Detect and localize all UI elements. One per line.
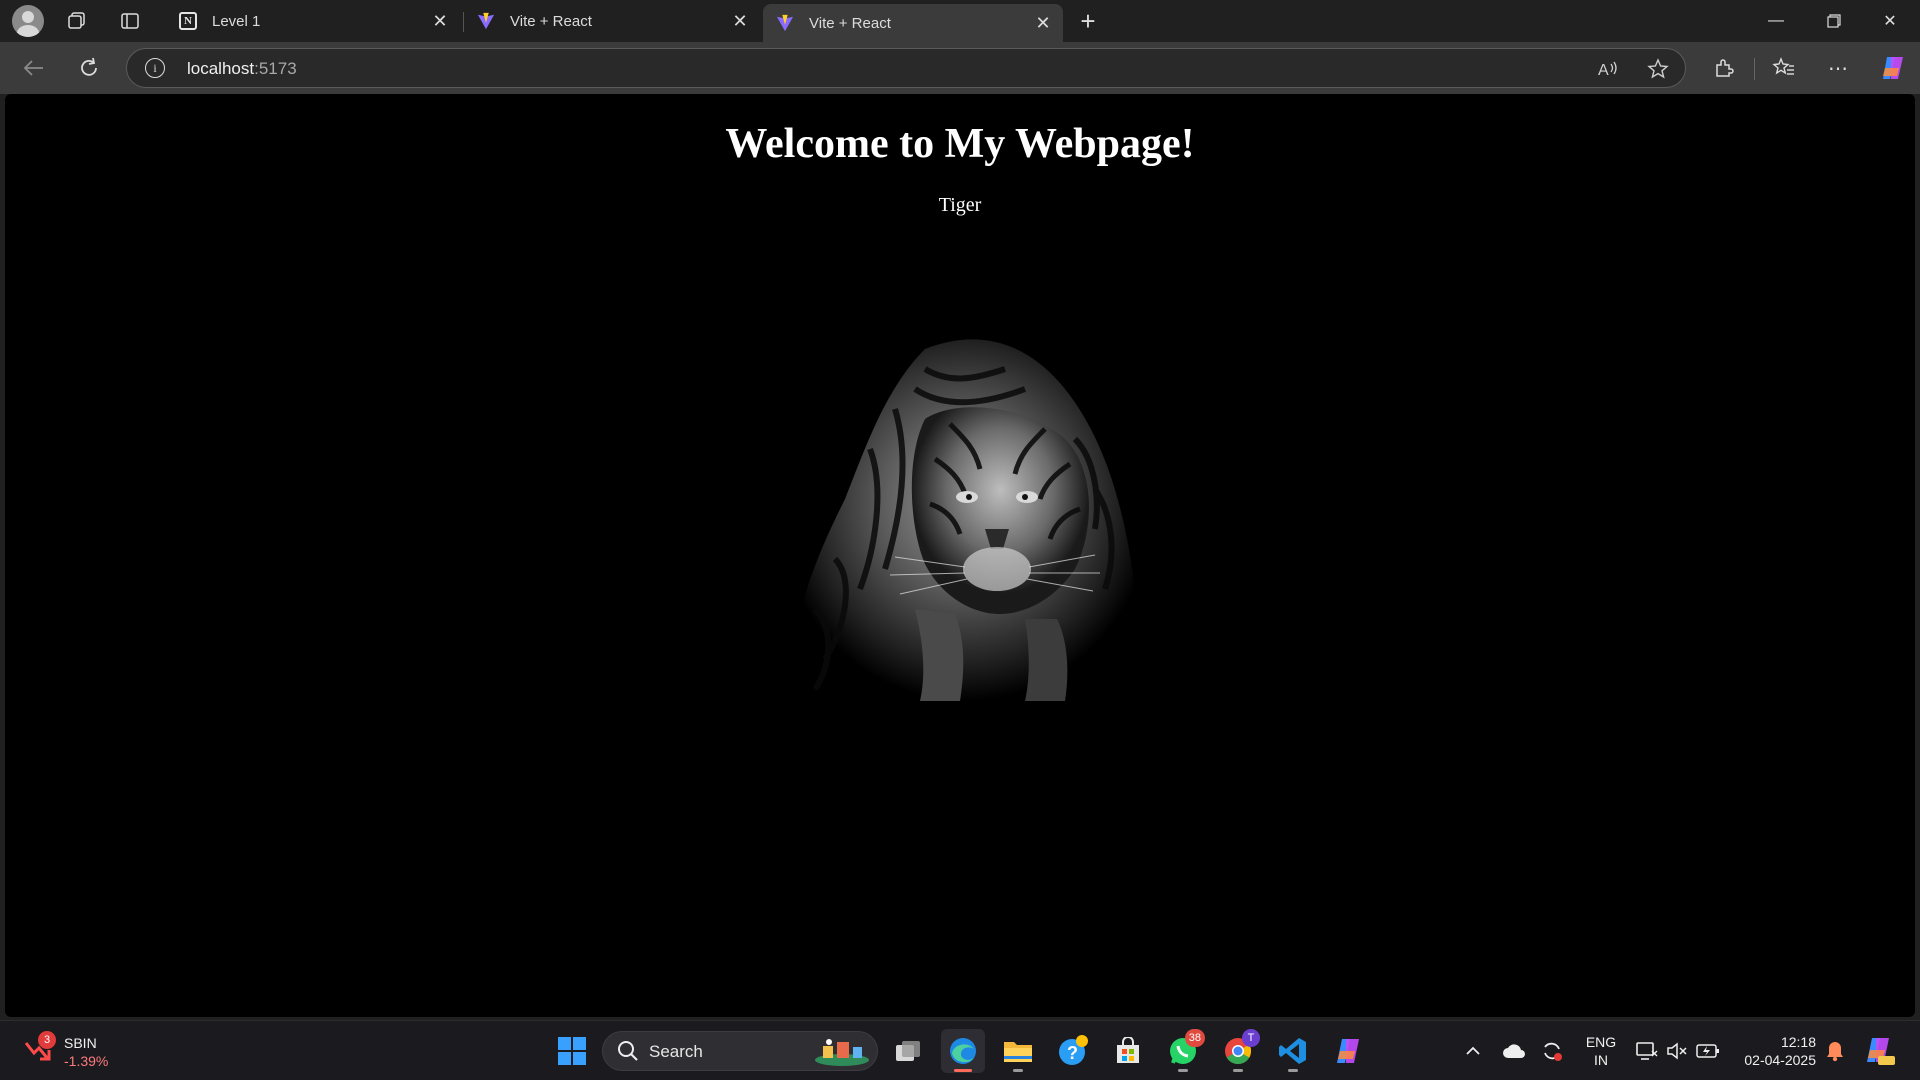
battery-charging-icon[interactable]	[1694, 1029, 1722, 1073]
address-bar[interactable]: i localhost:5173 A	[126, 48, 1686, 88]
workspaces-icon[interactable]	[62, 6, 92, 36]
chrome-icon[interactable]: T	[1216, 1029, 1260, 1073]
windows-taskbar: 3 SBIN -1.39% Search ? 38 T ENG IN 12:18…	[0, 1020, 1920, 1080]
minimize-button[interactable]: —	[1748, 0, 1804, 42]
page-subtitle: Tiger	[938, 194, 982, 216]
search-label: Search	[649, 1042, 703, 1061]
network-icon[interactable]	[1634, 1029, 1660, 1073]
system-clock[interactable]: 12:18 02-04-2025	[1730, 1033, 1816, 1069]
close-icon[interactable]: ✕	[726, 7, 754, 35]
notification-bell-icon[interactable]	[1822, 1029, 1848, 1073]
site-info-icon[interactable]: i	[145, 58, 165, 78]
restore-button[interactable]	[1806, 0, 1862, 42]
help-icon[interactable]: ?	[1051, 1029, 1095, 1073]
web-page-viewport: Welcome to My Webpage! Tiger	[5, 94, 1915, 1017]
search-icon	[617, 1040, 639, 1067]
vertical-tabs-icon[interactable]	[115, 6, 145, 36]
edge-taskbar-icon[interactable]	[941, 1029, 985, 1073]
onedrive-cloud-icon[interactable]	[1500, 1029, 1528, 1073]
tab-title: Vite + React	[510, 12, 592, 30]
microsoft-store-icon[interactable]	[1106, 1029, 1150, 1073]
volume-muted-icon[interactable]	[1664, 1029, 1690, 1073]
tab-vite-react[interactable]: Vite + React ✕	[464, 4, 760, 38]
whatsapp-badge: 38	[1184, 1029, 1205, 1047]
vite-icon	[476, 11, 496, 31]
close-icon[interactable]: ✕	[1029, 9, 1057, 37]
svg-text:A: A	[1598, 62, 1609, 78]
url-text[interactable]: localhost:5173	[187, 59, 297, 79]
notion-icon: N	[178, 11, 198, 31]
copilot-icon[interactable]	[1875, 52, 1911, 84]
tab-title: Level 1	[212, 12, 261, 30]
clock-time: 12:18	[1780, 1034, 1816, 1050]
page-title: Welcome to My Webpage!	[725, 121, 1195, 167]
favorites-icon[interactable]	[1766, 52, 1802, 84]
tab-level-1[interactable]: N Level 1 ✕	[166, 4, 460, 38]
profile-avatar[interactable]	[12, 5, 44, 37]
search-highlight-icon	[813, 1036, 871, 1073]
stock-name: SBIN	[64, 1035, 97, 1051]
sync-alert-icon[interactable]	[1538, 1029, 1566, 1073]
tiger-image	[775, 329, 1155, 701]
file-explorer-icon[interactable]	[996, 1029, 1040, 1073]
favorite-star-icon[interactable]	[1643, 55, 1673, 83]
task-view-button[interactable]	[886, 1029, 930, 1073]
whatsapp-icon[interactable]: 38	[1161, 1029, 1205, 1073]
read-aloud-icon[interactable]: A	[1593, 55, 1623, 83]
browser-toolbar: i localhost:5173 A ⋯	[0, 42, 1920, 94]
tab-vite-react-active[interactable]: Vite + React ✕	[763, 4, 1063, 42]
stock-change: -1.39%	[64, 1053, 109, 1069]
desktop-screen: N Level 1 ✕ Vite + React ✕ Vite + React …	[0, 0, 1920, 1080]
back-button[interactable]	[16, 52, 52, 84]
tab-title: Vite + React	[809, 14, 891, 32]
new-tab-button[interactable]: +	[1070, 6, 1106, 36]
copilot-taskbar-icon[interactable]	[1326, 1029, 1370, 1073]
stock-badge: 3	[38, 1031, 56, 1049]
refresh-button[interactable]	[71, 52, 107, 84]
extensions-icon[interactable]	[1706, 52, 1742, 84]
chrome-profile-badge: T	[1242, 1029, 1260, 1047]
clock-date: 02-04-2025	[1744, 1052, 1816, 1068]
more-options-icon[interactable]: ⋯	[1820, 52, 1856, 84]
vscode-icon[interactable]	[1271, 1029, 1315, 1073]
input-language[interactable]: ENG IN	[1584, 1033, 1618, 1069]
copilot-preview-icon[interactable]	[1862, 1029, 1898, 1073]
show-hidden-icons-chevron-icon[interactable]	[1460, 1029, 1486, 1073]
close-icon[interactable]: ✕	[426, 7, 454, 35]
close-window-button[interactable]: ✕	[1862, 0, 1918, 42]
vite-icon	[775, 13, 795, 33]
browser-tab-strip: N Level 1 ✕ Vite + React ✕ Vite + React …	[0, 0, 1920, 42]
svg-text:?: ?	[1067, 1043, 1078, 1063]
taskbar-search[interactable]: Search	[602, 1031, 878, 1071]
start-button[interactable]	[550, 1029, 594, 1073]
